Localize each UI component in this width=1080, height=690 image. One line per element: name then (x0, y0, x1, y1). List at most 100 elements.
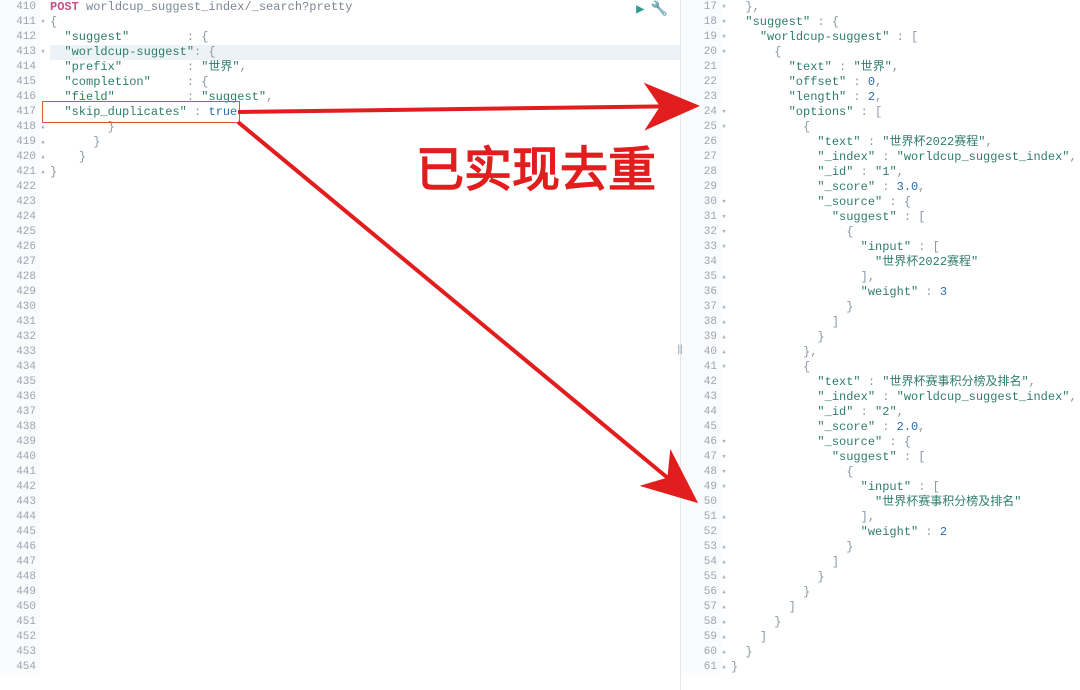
code-line[interactable] (50, 540, 680, 555)
code-line[interactable]: "input" : [ (731, 480, 1080, 495)
code-line[interactable] (50, 255, 680, 270)
code-line[interactable] (50, 630, 680, 645)
code-line[interactable] (50, 615, 680, 630)
code-line[interactable] (50, 300, 680, 315)
code-line[interactable]: } (731, 645, 1080, 660)
fold-column-right[interactable]: ▾▾▾▾▾▾▾▾▾▾▴▴▴▴▴▾▾▾▾▾▴▴▴▴▴▴▴▴▴▴ (717, 0, 731, 675)
code-line[interactable]: { (731, 465, 1080, 480)
code-line[interactable]: "prefix" : "世界", (50, 60, 680, 75)
code-line[interactable] (50, 585, 680, 600)
code-line[interactable]: { (731, 120, 1080, 135)
code-line[interactable]: "input" : [ (731, 240, 1080, 255)
splitter-handle[interactable]: ‖ (676, 340, 684, 360)
code-line[interactable]: "text" : "世界", (731, 60, 1080, 75)
code-line[interactable]: { (731, 225, 1080, 240)
code-line[interactable]: "_index" : "worldcup_suggest_index", (731, 390, 1080, 405)
code-line[interactable]: "offset" : 0, (731, 75, 1080, 90)
code-line[interactable]: { (731, 360, 1080, 375)
code-line[interactable]: } (50, 135, 680, 150)
code-line[interactable]: "suggest" : [ (731, 210, 1080, 225)
code-line[interactable]: ] (731, 555, 1080, 570)
code-line[interactable]: "_source" : { (731, 195, 1080, 210)
code-line[interactable]: "_score" : 2.0, (731, 420, 1080, 435)
code-line[interactable] (50, 555, 680, 570)
code-area-right[interactable]: }, "suggest" : { "worldcup-suggest" : [ … (731, 0, 1080, 675)
code-line[interactable]: "options" : [ (731, 105, 1080, 120)
request-editor[interactable]: 4104114124134144154164174184194204214224… (0, 0, 681, 690)
fold-column-left[interactable]: ▾▾▴▴▴▴ (36, 0, 50, 675)
code-line[interactable]: }, (731, 0, 1080, 15)
code-line[interactable]: "worldcup-suggest": { (50, 45, 680, 60)
code-line[interactable]: "suggest" : [ (731, 450, 1080, 465)
code-line[interactable]: } (731, 300, 1080, 315)
code-line[interactable] (50, 330, 680, 345)
code-line[interactable]: "weight" : 2 (731, 525, 1080, 540)
code-line[interactable] (50, 285, 680, 300)
code-line[interactable]: "suggest" : { (50, 30, 680, 45)
code-line[interactable] (50, 450, 680, 465)
code-line[interactable]: ] (731, 600, 1080, 615)
code-line[interactable]: { (50, 15, 680, 30)
code-line[interactable] (50, 240, 680, 255)
code-line[interactable]: ] (731, 630, 1080, 645)
code-line[interactable]: POST worldcup_suggest_index/_search?pret… (50, 0, 680, 15)
code-line[interactable]: } (731, 570, 1080, 585)
code-line[interactable] (50, 510, 680, 525)
code-line[interactable]: ] (731, 315, 1080, 330)
code-line[interactable] (50, 645, 680, 660)
code-line[interactable] (50, 345, 680, 360)
code-line[interactable] (50, 315, 680, 330)
code-line[interactable]: "text" : "世界杯赛事积分榜及排名", (731, 375, 1080, 390)
code-line[interactable] (50, 405, 680, 420)
code-line[interactable]: "_id" : "2", (731, 405, 1080, 420)
code-line[interactable]: "_id" : "1", (731, 165, 1080, 180)
code-line[interactable] (50, 180, 680, 195)
code-line[interactable] (50, 195, 680, 210)
code-line[interactable]: "_index" : "worldcup_suggest_index", (731, 150, 1080, 165)
code-line[interactable]: "世界杯2022赛程" (731, 255, 1080, 270)
code-line[interactable]: } (731, 660, 1080, 675)
code-line[interactable] (50, 420, 680, 435)
code-line[interactable]: "field" : "suggest", (50, 90, 680, 105)
code-line[interactable] (50, 210, 680, 225)
code-line[interactable] (50, 570, 680, 585)
code-line[interactable]: "weight" : 3 (731, 285, 1080, 300)
code-line[interactable] (50, 390, 680, 405)
code-area-left[interactable]: POST worldcup_suggest_index/_search?pret… (50, 0, 680, 675)
code-line[interactable] (50, 360, 680, 375)
code-line[interactable]: "_score" : 3.0, (731, 180, 1080, 195)
code-line[interactable]: } (50, 150, 680, 165)
code-line[interactable] (50, 270, 680, 285)
code-line[interactable] (50, 480, 680, 495)
code-line[interactable] (50, 660, 680, 675)
code-line[interactable]: } (731, 540, 1080, 555)
code-line[interactable]: } (731, 330, 1080, 345)
code-line[interactable]: { (731, 45, 1080, 60)
code-line[interactable]: "length" : 2, (731, 90, 1080, 105)
code-line[interactable]: }, (731, 345, 1080, 360)
code-line[interactable] (50, 600, 680, 615)
code-line[interactable]: "text" : "世界杯2022赛程", (731, 135, 1080, 150)
code-line[interactable] (50, 225, 680, 240)
code-line[interactable] (50, 435, 680, 450)
response-viewer[interactable]: 1718192021222324252627282930313233343536… (681, 0, 1080, 690)
code-line[interactable]: "skip_duplicates" : true (50, 105, 680, 120)
code-line[interactable] (50, 495, 680, 510)
code-line[interactable]: "completion" : { (50, 75, 680, 90)
code-line[interactable]: "_source" : { (731, 435, 1080, 450)
code-line[interactable]: } (50, 165, 680, 180)
code-line[interactable] (50, 375, 680, 390)
code-line[interactable]: ], (731, 270, 1080, 285)
wrench-icon[interactable]: 🔧 (651, 1, 668, 18)
line-gutter-right: 1718192021222324252627282930313233343536… (681, 0, 721, 675)
run-icon[interactable]: ▶ (636, 1, 644, 18)
code-line[interactable] (50, 525, 680, 540)
code-line[interactable]: "worldcup-suggest" : [ (731, 30, 1080, 45)
code-line[interactable]: ], (731, 510, 1080, 525)
code-line[interactable]: "世界杯赛事积分榜及排名" (731, 495, 1080, 510)
code-line[interactable]: "suggest" : { (731, 15, 1080, 30)
code-line[interactable]: } (50, 120, 680, 135)
code-line[interactable] (50, 465, 680, 480)
code-line[interactable]: } (731, 615, 1080, 630)
code-line[interactable]: } (731, 585, 1080, 600)
